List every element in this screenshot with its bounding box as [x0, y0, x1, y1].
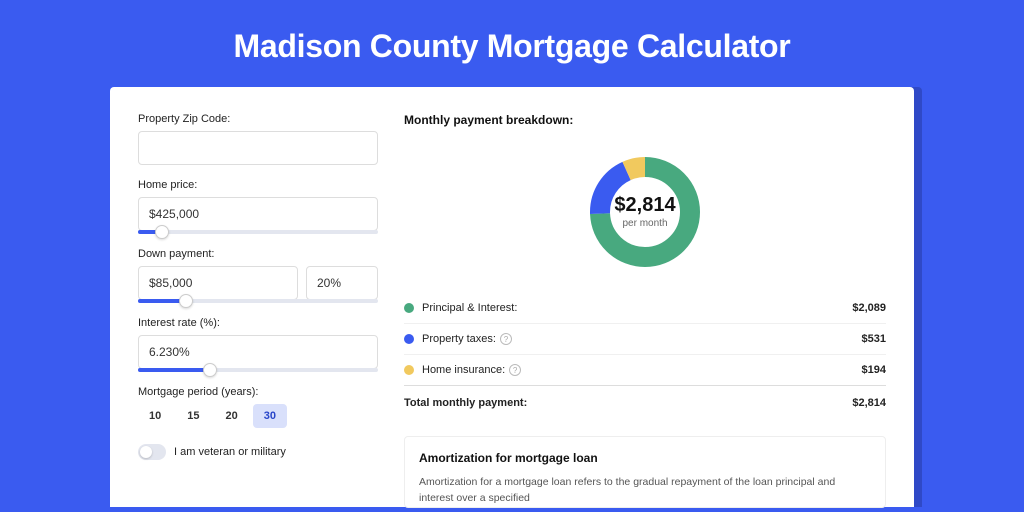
breakdown-panel: Monthly payment breakdown: $2,814 per mo… — [404, 113, 886, 507]
legend-row-taxes: Property taxes: ? $531 — [404, 323, 886, 354]
legend-dot — [404, 334, 414, 344]
legend-label: Principal & Interest: — [422, 302, 852, 314]
interest-rate-field-group: Interest rate (%): — [138, 317, 378, 372]
period-option-20[interactable]: 20 — [215, 404, 249, 428]
zip-field-group: Property Zip Code: — [138, 113, 378, 165]
legend-dot — [404, 365, 414, 375]
down-payment-pct-input[interactable] — [306, 266, 378, 300]
interest-rate-slider[interactable] — [138, 368, 378, 372]
slider-thumb[interactable] — [203, 363, 217, 377]
total-label: Total monthly payment: — [404, 397, 852, 409]
legend-value: $531 — [862, 333, 886, 345]
form-panel: Property Zip Code: Home price: Down paym… — [138, 113, 378, 507]
legend: Principal & Interest: $2,089 Property ta… — [404, 293, 886, 418]
veteran-toggle-row: I am veteran or military — [138, 444, 378, 460]
veteran-label: I am veteran or military — [174, 446, 286, 458]
donut-total: $2,814 — [614, 194, 676, 216]
toggle-knob — [140, 446, 152, 458]
donut-chart: $2,814 per month — [404, 139, 886, 293]
page-title: Madison County Mortgage Calculator — [0, 0, 1024, 87]
period-field-group: Mortgage period (years): 10 15 20 30 — [138, 386, 378, 428]
down-payment-field-group: Down payment: — [138, 248, 378, 303]
amortization-title: Amortization for mortgage loan — [419, 451, 871, 465]
legend-row-principal: Principal & Interest: $2,089 — [404, 293, 886, 323]
home-price-field-group: Home price: — [138, 179, 378, 234]
veteran-toggle[interactable] — [138, 444, 166, 460]
period-option-10[interactable]: 10 — [138, 404, 172, 428]
breakdown-title: Monthly payment breakdown: — [404, 113, 886, 127]
home-price-slider[interactable] — [138, 230, 378, 234]
interest-rate-input[interactable] — [138, 335, 378, 369]
legend-row-total: Total monthly payment: $2,814 — [404, 385, 886, 418]
calculator-card: Property Zip Code: Home price: Down paym… — [110, 87, 914, 507]
down-payment-label: Down payment: — [138, 248, 378, 260]
legend-dot — [404, 303, 414, 313]
amortization-text: Amortization for a mortgage loan refers … — [419, 475, 871, 507]
interest-rate-label: Interest rate (%): — [138, 317, 378, 329]
period-button-group: 10 15 20 30 — [138, 404, 378, 428]
zip-label: Property Zip Code: — [138, 113, 378, 125]
period-option-30[interactable]: 30 — [253, 404, 287, 428]
down-payment-slider[interactable] — [138, 299, 378, 303]
amortization-panel: Amortization for mortgage loan Amortizat… — [404, 436, 886, 508]
down-payment-input[interactable] — [138, 266, 298, 300]
legend-value: $2,089 — [852, 302, 886, 314]
period-label: Mortgage period (years): — [138, 386, 378, 398]
period-option-15[interactable]: 15 — [176, 404, 210, 428]
help-icon[interactable]: ? — [500, 333, 512, 345]
slider-thumb[interactable] — [179, 294, 193, 308]
slider-thumb[interactable] — [155, 225, 169, 239]
legend-value: $194 — [862, 364, 886, 376]
help-icon[interactable]: ? — [509, 364, 521, 376]
donut-sub-label: per month — [622, 218, 667, 229]
home-price-label: Home price: — [138, 179, 378, 191]
home-price-input[interactable] — [138, 197, 378, 231]
zip-input[interactable] — [138, 131, 378, 165]
legend-row-insurance: Home insurance: ? $194 — [404, 354, 886, 385]
legend-label: Property taxes: ? — [422, 333, 862, 345]
total-value: $2,814 — [852, 397, 886, 409]
legend-label: Home insurance: ? — [422, 364, 862, 376]
